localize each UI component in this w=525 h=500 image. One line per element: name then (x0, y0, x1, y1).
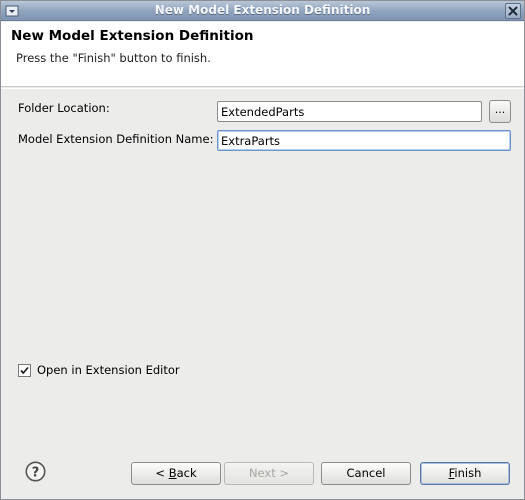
folder-location-label: Folder Location: (18, 101, 110, 115)
window-title: New Model Extension Definition (154, 3, 371, 17)
close-icon (506, 4, 520, 18)
help-icon[interactable]: ? (25, 461, 46, 482)
folder-location-input[interactable] (217, 101, 482, 122)
wizard-page-message: Press the "Finish" button to finish. (16, 51, 211, 65)
back-button-label: ack (176, 466, 197, 480)
open-in-editor-checkbox[interactable] (18, 364, 31, 377)
dialog-window: New Model Extension Definition New Model… (0, 0, 525, 500)
next-button[interactable]: Next > (224, 462, 314, 485)
wizard-page-title: New Model Extension Definition (11, 28, 254, 44)
open-in-editor-label: Open in Extension Editor (37, 363, 180, 377)
back-button-mnemonic: B (168, 466, 177, 480)
finish-button-label: inish (454, 466, 482, 480)
back-button[interactable]: < Back (131, 462, 221, 485)
close-button[interactable] (505, 3, 521, 19)
svg-text:?: ? (32, 466, 40, 481)
cancel-button[interactable]: Cancel (321, 462, 411, 485)
finish-button[interactable]: Finish (420, 462, 510, 485)
wizard-banner: New Model Extension Definition Press the… (1, 22, 524, 87)
checkmark-icon (20, 366, 29, 375)
title-bar[interactable]: New Model Extension Definition (1, 1, 524, 21)
definition-name-input[interactable] (217, 130, 511, 151)
back-button-prefix: < (155, 466, 169, 480)
banner-separator (1, 88, 524, 89)
browse-folder-button[interactable]: ... (489, 100, 511, 123)
definition-name-label: Model Extension Definition Name: (18, 132, 214, 146)
